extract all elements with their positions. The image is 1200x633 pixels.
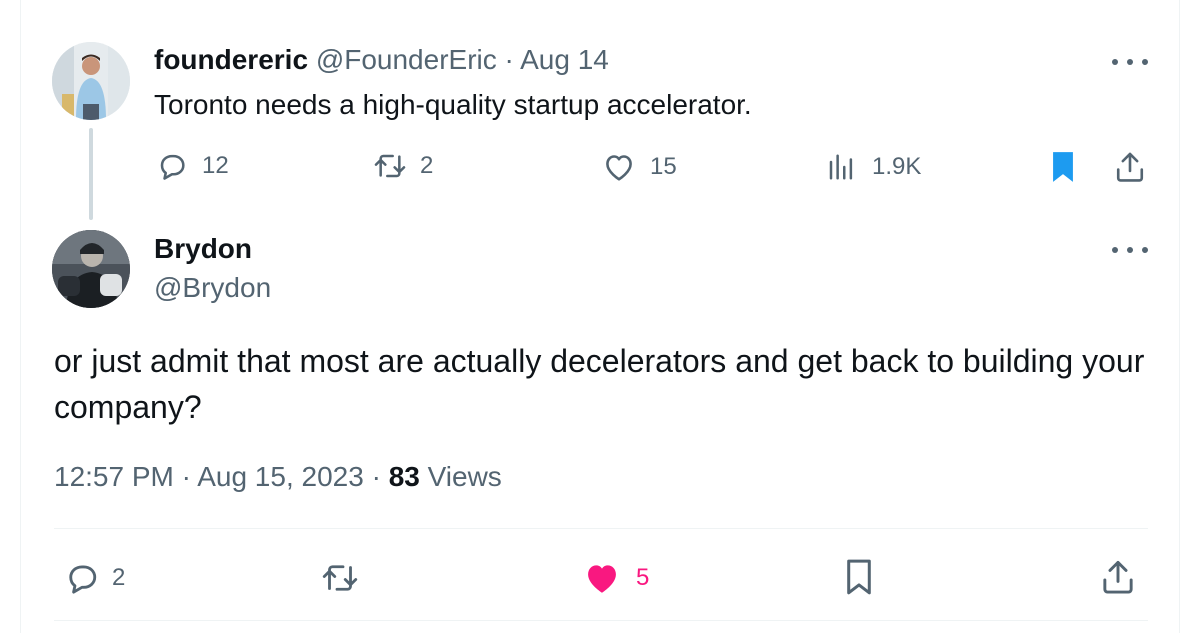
like-button[interactable]: 15 xyxy=(602,152,677,182)
tweet-full-date[interactable]: Aug 15, 2023 xyxy=(197,461,364,492)
repost-count: 2 xyxy=(420,152,434,179)
reply-button-main[interactable]: 2 xyxy=(64,560,125,596)
like-count: 5 xyxy=(636,564,650,591)
main-tweet-display-name[interactable]: Brydon xyxy=(154,233,252,265)
views-count[interactable]: 83 xyxy=(389,461,420,492)
bookmark-button-main[interactable] xyxy=(842,558,876,596)
thread-connector-line xyxy=(89,128,93,220)
tweet-time[interactable]: 12:57 PM xyxy=(54,461,174,492)
metadata-separator: · xyxy=(371,461,381,492)
repost-arrows-icon xyxy=(374,154,406,178)
like-count: 15 xyxy=(650,153,677,180)
reply-count: 2 xyxy=(112,564,126,591)
avatar-brydon[interactable] xyxy=(52,230,130,308)
more-options-icon-main[interactable] xyxy=(1112,242,1148,258)
heart-icon xyxy=(606,155,632,181)
metadata-separator: · xyxy=(181,461,191,492)
like-button-main[interactable]: 5 xyxy=(582,560,649,596)
display-name[interactable]: foundereric xyxy=(154,44,308,75)
main-tweet-text: or just admit that most are actually dec… xyxy=(54,343,1145,425)
more-options-icon[interactable] xyxy=(1112,54,1148,70)
parent-tweet-header: foundereric @FounderEric · Aug 14 xyxy=(154,44,609,76)
share-upload-icon xyxy=(1103,560,1133,594)
heart-icon xyxy=(588,565,616,593)
reply-button[interactable]: 12 xyxy=(156,150,229,182)
views-label[interactable]: Views xyxy=(428,461,502,492)
speech-bubble-icon xyxy=(69,565,97,594)
repost-arrows-icon xyxy=(322,565,358,591)
bookmark-icon xyxy=(847,559,871,595)
repost-button-main[interactable] xyxy=(320,560,360,596)
divider xyxy=(54,620,1148,621)
tweet-date[interactable]: Aug 14 xyxy=(520,44,609,75)
repost-button[interactable]: 2 xyxy=(372,150,433,182)
view-count: 1.9K xyxy=(872,153,922,180)
divider xyxy=(54,528,1148,529)
bar-chart-icon xyxy=(829,154,853,180)
bookmark-icon xyxy=(1053,152,1073,182)
header-separator: · xyxy=(504,44,514,75)
reply-count: 12 xyxy=(202,152,229,179)
avatar-foundereric[interactable] xyxy=(52,42,130,120)
share-button-main[interactable] xyxy=(1100,558,1136,596)
user-handle[interactable]: @FounderEric xyxy=(316,44,497,75)
share-upload-icon xyxy=(1116,152,1144,182)
speech-bubble-icon xyxy=(160,154,185,180)
main-tweet-handle[interactable]: @Brydon xyxy=(154,272,271,304)
share-button[interactable] xyxy=(1114,150,1146,184)
bookmark-button[interactable] xyxy=(1048,150,1078,184)
tweet-text: Toronto needs a high-quality startup acc… xyxy=(154,89,752,120)
tweet-metadata: 12:57 PM · Aug 15, 2023 · 83 Views xyxy=(54,461,502,493)
views-button[interactable]: 1.9K xyxy=(826,152,921,182)
